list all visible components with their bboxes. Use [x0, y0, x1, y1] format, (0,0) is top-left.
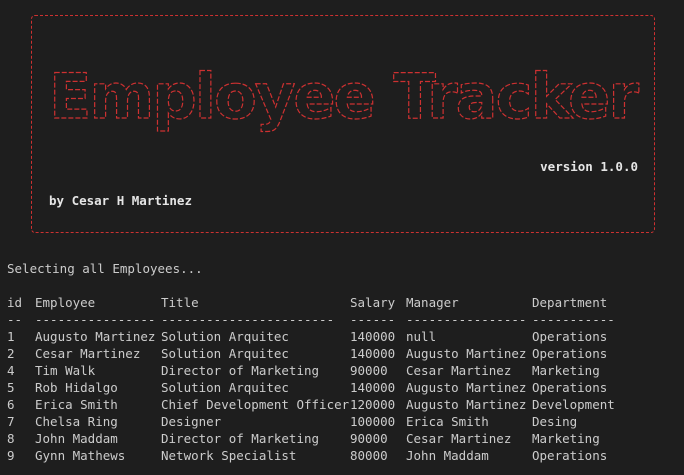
cell-department: Operations — [532, 380, 608, 395]
cell-employee: Rob Hidalgo — [35, 380, 118, 395]
table-separator-employee: ---------------- — [35, 312, 156, 327]
cell-salary: 90000 — [350, 431, 388, 446]
cell-salary: 100000 — [350, 414, 396, 429]
table-row: 7 Chelsa Ring Designer 100000 Erica Smith Des… — [7, 414, 677, 431]
app-banner: Employee Tracker version 1.0.0 by Cesar … — [31, 15, 655, 233]
cell-department: Marketing — [532, 363, 600, 378]
cell-manager: Erica Smith — [406, 414, 489, 429]
author-label: by Cesar H Martinez — [49, 193, 192, 208]
cell-department: Marketing — [532, 431, 600, 446]
cell-employee: Augusto Martinez — [35, 329, 156, 344]
table-row: 1 Augusto Martinez Solution Arquitec 140000… — [7, 329, 677, 346]
cell-title: Designer — [161, 414, 222, 429]
cell-salary: 140000 — [350, 329, 396, 344]
table-row: 8 John Maddam Director of Marketing 90000 Ce… — [7, 431, 677, 448]
cell-manager: Cesar Martinez — [406, 431, 512, 446]
cell-title: Solution Arquitec — [161, 380, 289, 395]
cell-department: Development — [532, 397, 615, 412]
cell-title: Solution Arquitec — [161, 329, 289, 344]
cell-employee: Chelsa Ring — [35, 414, 118, 429]
table-separator-salary: ------ — [350, 312, 396, 327]
cell-id: 4 — [7, 363, 15, 378]
table-header-manager: Manager — [406, 295, 459, 310]
cell-id: 1 — [7, 329, 15, 344]
table-separator: -- ---------------- ----------------------… — [7, 312, 677, 329]
cell-manager: null — [406, 329, 437, 344]
cell-title: Director of Marketing — [161, 363, 320, 378]
table-row: 4 Tim Walk Director of Marketing 90000 Cesar… — [7, 363, 677, 380]
cell-salary: 140000 — [350, 346, 396, 361]
version-label: version 1.0.0 — [540, 159, 638, 174]
cell-id: 2 — [7, 346, 15, 361]
table-separator-title: ----------------------- — [161, 312, 335, 327]
status-message: Selecting all Employees... — [7, 261, 203, 276]
cell-department: Operations — [532, 329, 608, 344]
cell-id: 6 — [7, 397, 15, 412]
cell-title: Solution Arquitec — [161, 346, 289, 361]
cell-title: Chief Development Officer — [161, 397, 350, 412]
table-header-id: id — [7, 295, 23, 310]
table-header: id Employee Title Salary Manager Department — [7, 295, 677, 312]
cell-id: 5 — [7, 380, 15, 395]
table-separator-department: ----------- — [532, 312, 615, 327]
cell-department: Operations — [532, 448, 608, 463]
cell-department: Desing — [532, 414, 578, 429]
cell-employee: Tim Walk — [35, 363, 96, 378]
cell-employee: Erica Smith — [35, 397, 118, 412]
table-header-employee: Employee — [35, 295, 96, 310]
table-header-title: Title — [161, 295, 199, 310]
table-header-salary: Salary — [350, 295, 396, 310]
cell-title: Network Specialist — [161, 448, 297, 463]
cell-title: Director of Marketing — [161, 431, 320, 446]
cell-salary: 90000 — [350, 363, 388, 378]
ascii-title-text: Employee Tracker — [49, 60, 639, 133]
table-row: 6 Erica Smith Chief Development Officer 120… — [7, 397, 677, 414]
cell-id: 9 — [7, 448, 15, 463]
table-header-department: Department — [532, 295, 608, 310]
cell-manager: Augusto Martinez — [406, 380, 527, 395]
table-row: 5 Rob Hidalgo Solution Arquitec 140000 Augus… — [7, 380, 677, 397]
cell-department: Operations — [532, 346, 608, 361]
table-row: 9 Gynn Mathews Network Specialist 80000 John… — [7, 448, 677, 465]
cell-employee: Cesar Martinez — [35, 346, 141, 361]
cell-employee: John Maddam — [35, 431, 118, 446]
cell-salary: 140000 — [350, 380, 396, 395]
table-separator-id: -- — [7, 312, 23, 327]
cell-employee: Gynn Mathews — [35, 448, 126, 463]
cell-salary: 80000 — [350, 448, 388, 463]
table-row: 2 Cesar Martinez Solution Arquitec 140000 Au… — [7, 346, 677, 363]
cell-salary: 120000 — [350, 397, 396, 412]
cell-manager: Cesar Martinez — [406, 363, 512, 378]
table-separator-manager: ---------------- — [406, 312, 527, 327]
cell-manager: Augusto Martinez — [406, 346, 527, 361]
cell-manager: John Maddam — [406, 448, 489, 463]
cell-id: 7 — [7, 414, 15, 429]
ascii-art-title: Employee Tracker — [48, 59, 641, 133]
cell-manager: Augusto Martinez — [406, 397, 527, 412]
cell-id: 8 — [7, 431, 15, 446]
terminal-window[interactable]: Employee Tracker version 1.0.0 by Cesar … — [0, 0, 684, 475]
